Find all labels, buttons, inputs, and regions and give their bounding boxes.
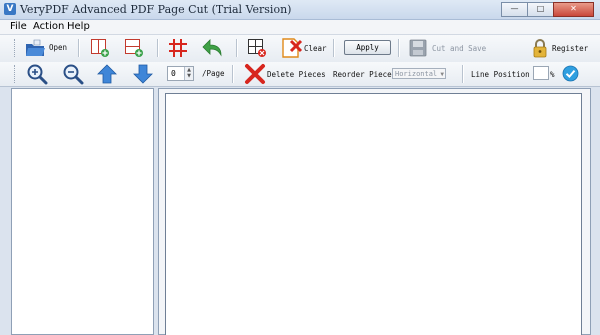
page-number-spinner[interactable]: 0 ▲ ▼: [167, 66, 194, 81]
undo-arrow-icon: [202, 39, 222, 57]
window-controls: — □ ✕: [501, 2, 594, 17]
clear-document-icon: [282, 38, 303, 58]
toolbar-separator: [398, 39, 400, 57]
toolbar-separator: [78, 39, 80, 57]
delete-line-button[interactable]: [246, 37, 268, 59]
toolbar-separator: [157, 39, 159, 57]
main-toolbar: Open Clear Apply Cut and Save Register: [0, 35, 600, 63]
line-position-input[interactable]: [533, 66, 549, 80]
red-x-icon: [245, 64, 265, 84]
zoom-in-icon: [27, 64, 48, 85]
lock-icon: [533, 39, 547, 58]
delete-line-icon: [248, 39, 266, 57]
toolbar-grip: [14, 39, 17, 57]
zoom-in-button[interactable]: [26, 63, 48, 85]
page-thumbnail-panel[interactable]: [11, 88, 154, 335]
title-bar: V VeryPDF Advanced PDF Page Cut (Trial V…: [0, 0, 600, 20]
page-number-value: 0: [171, 69, 176, 78]
register-label: Register: [552, 44, 589, 53]
grid-cut-button[interactable]: [167, 37, 189, 59]
cut-and-save-label: Cut and Save: [432, 44, 487, 53]
add-horizontal-line-button[interactable]: [124, 38, 144, 58]
open-label: Open: [49, 43, 68, 52]
toolbar-separator: [232, 65, 234, 83]
page-preview-canvas[interactable]: [165, 93, 582, 335]
page-suffix-label: /Page: [202, 69, 225, 78]
menu-file[interactable]: File: [10, 20, 27, 34]
arrow-up-icon: [97, 64, 117, 84]
secondary-toolbar: 0 ▲ ▼ /Page Delete Pieces Reorder Pieces:…: [0, 62, 600, 87]
arrow-down-icon: [133, 64, 153, 84]
grid-icon: [169, 39, 187, 57]
minimize-button[interactable]: —: [501, 2, 528, 17]
reorder-pieces-value: Horizontal: [395, 70, 438, 78]
reorder-pieces-label: Reorder Pieces:: [333, 70, 401, 79]
delete-pieces-button[interactable]: Delete Pieces: [244, 62, 326, 86]
cut-and-save-button[interactable]: Cut and Save: [408, 36, 487, 60]
apply-button[interactable]: Apply: [344, 40, 391, 55]
close-button[interactable]: ✕: [553, 2, 594, 17]
cut-save-icon: [409, 39, 427, 57]
percent-label: %: [550, 70, 555, 79]
app-icon: V: [4, 3, 16, 15]
open-folder-icon: [26, 39, 45, 56]
toolbar-separator: [236, 39, 238, 57]
menu-action[interactable]: Action: [33, 20, 64, 34]
chevron-down-icon: ▼: [440, 71, 444, 78]
spinner-arrows-icon[interactable]: ▲ ▼: [184, 67, 193, 80]
clear-label: Clear: [304, 44, 327, 53]
check-circle-icon: [562, 65, 579, 82]
maximize-button[interactable]: □: [527, 2, 554, 17]
next-page-button[interactable]: [133, 63, 153, 85]
menu-help[interactable]: Help: [67, 20, 90, 34]
undo-button[interactable]: [201, 37, 225, 59]
menu-bar: File Action Help: [0, 20, 600, 35]
toolbar-grip: [14, 65, 17, 83]
reorder-pieces-select[interactable]: Horizontal ▼: [392, 68, 446, 79]
add-horizontal-line-icon: [125, 39, 143, 57]
add-vertical-line-icon: [91, 39, 109, 57]
zoom-out-icon: [63, 64, 84, 85]
zoom-out-button[interactable]: [62, 63, 84, 85]
open-button[interactable]: Open: [22, 36, 68, 60]
line-position-label: Line Position :: [471, 70, 539, 79]
confirm-line-position-button[interactable]: [562, 65, 579, 82]
register-button[interactable]: Register: [530, 36, 589, 60]
delete-pieces-label: Delete Pieces: [267, 70, 326, 79]
toolbar-separator: [462, 65, 464, 83]
previous-page-button[interactable]: [97, 63, 117, 85]
add-vertical-line-button[interactable]: [90, 38, 110, 58]
window-title: VeryPDF Advanced PDF Page Cut (Trial Ver…: [20, 3, 292, 16]
clear-button[interactable]: Clear: [280, 36, 327, 60]
toolbar-separator: [333, 39, 335, 57]
